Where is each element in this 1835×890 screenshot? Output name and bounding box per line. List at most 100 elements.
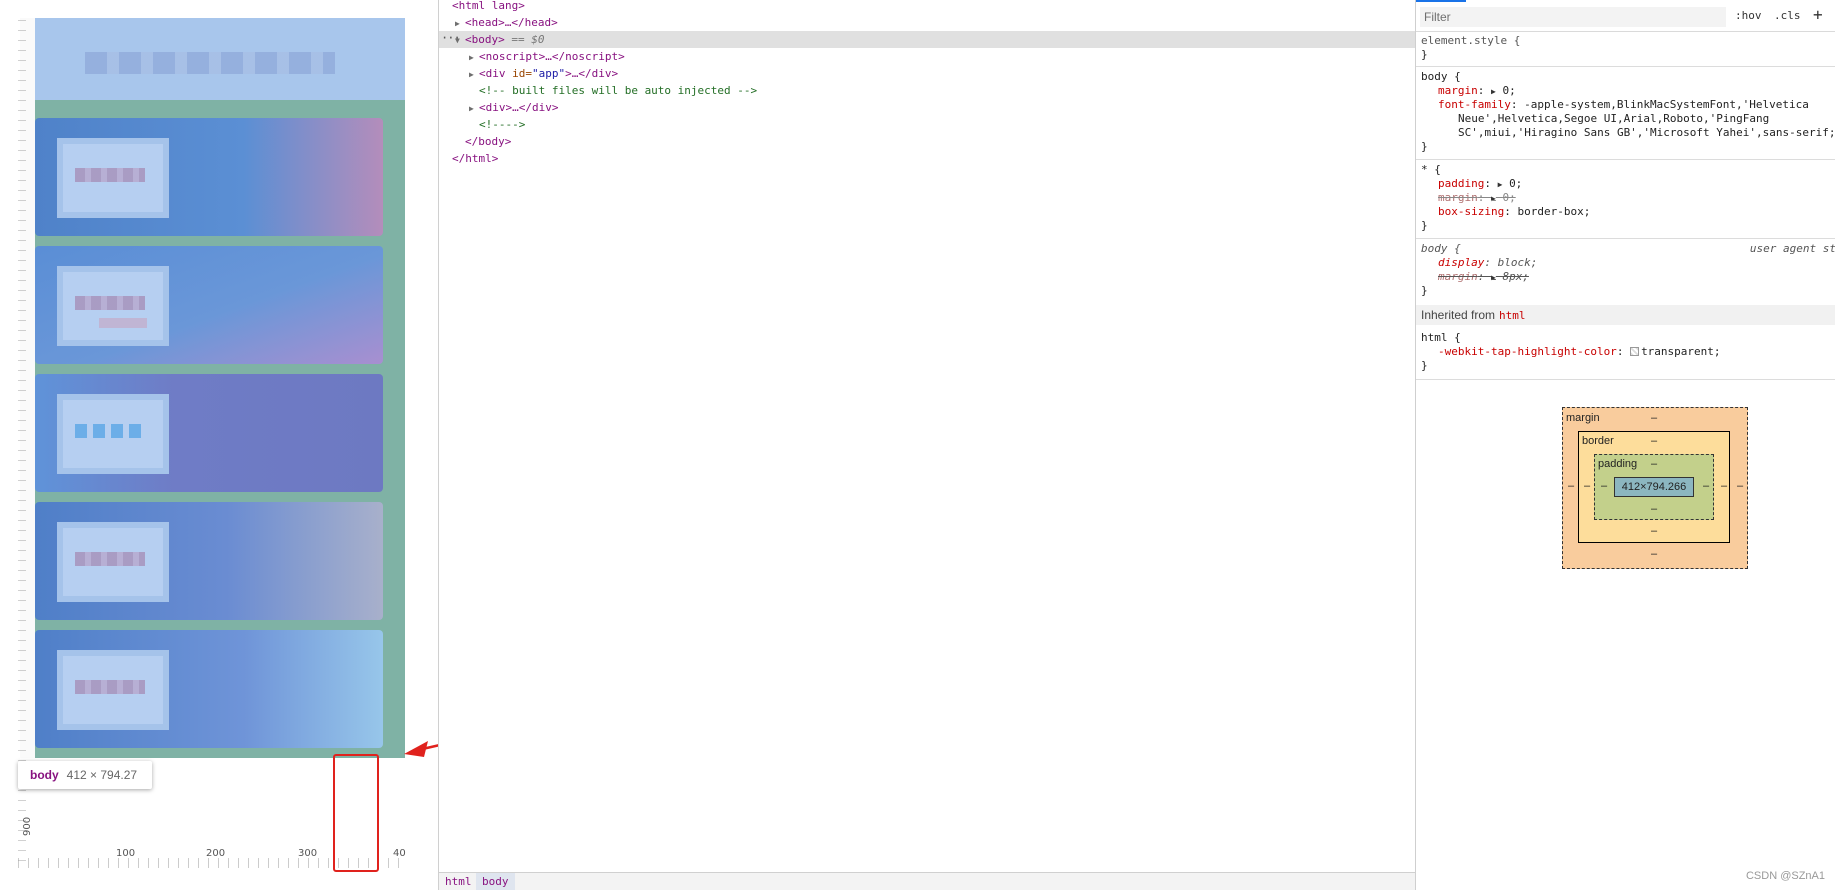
border-bottom-value[interactable]: – <box>1651 525 1657 537</box>
css-declaration[interactable]: font-family: -apple-system,BlinkMacSyste… <box>1438 98 1809 112</box>
expand-triangle-icon[interactable]: ▶ <box>1491 194 1496 203</box>
css-declaration[interactable]: padding: ▶ 0; <box>1438 177 1522 191</box>
ruler-tick-label: 100 <box>116 848 136 859</box>
rule-selector[interactable]: element.style { <box>1421 34 1520 48</box>
styles-pane: :hov .cls + element.style { } body { mar… <box>1415 0 1835 890</box>
list-item[interactable] <box>35 118 383 236</box>
filter-input[interactable] <box>1420 7 1726 27</box>
page-header-blurred <box>35 18 405 100</box>
inherited-tag-link[interactable]: html <box>1499 309 1526 322</box>
css-declaration[interactable]: -webkit-tap-highlight-color: transparent… <box>1438 345 1721 359</box>
expand-triangle-icon[interactable]: ▶ <box>469 100 479 117</box>
dom-comment[interactable]: <!-- built files will be auto injected -… <box>479 82 757 99</box>
active-tab-indicator <box>1416 0 1466 2</box>
rule-selector[interactable]: body { <box>1421 242 1461 256</box>
dom-node-html[interactable]: <html lang> <box>452 0 525 14</box>
add-rule-button[interactable]: + <box>1813 5 1823 24</box>
padding-right-value[interactable]: – <box>1703 480 1709 492</box>
css-declaration: display: block; <box>1438 256 1538 269</box>
rule-close: } <box>1421 48 1428 61</box>
rule-close: } <box>1421 284 1428 297</box>
css-declaration-overridden[interactable]: margin: ▶ 0; <box>1438 191 1516 205</box>
selected-node-highlight <box>439 31 1416 48</box>
padding-left-value[interactable]: – <box>1601 480 1607 492</box>
padding-top-value[interactable]: – <box>1651 458 1657 470</box>
border-left-value[interactable]: – <box>1584 480 1590 492</box>
elements-panel: ··· <html lang> ▶ <head>…</head> ▼ <body> … <box>438 0 1416 890</box>
rule-close: } <box>1421 359 1428 372</box>
styles-toolbar: :hov .cls + <box>1416 0 1835 32</box>
css-declaration[interactable]: box-sizing: border-box; <box>1438 205 1590 219</box>
annotation-highlight-box <box>333 754 379 872</box>
dom-node-body-close[interactable]: </body> <box>465 133 511 150</box>
margin-left-value[interactable]: – <box>1568 480 1574 492</box>
dom-node-div[interactable]: ▶ <div>…</div> <box>469 99 558 116</box>
hover-state-button[interactable]: :hov <box>1735 9 1762 22</box>
expand-triangle-icon[interactable]: ▶ <box>455 15 465 32</box>
body-highlight-overlay[interactable] <box>35 18 405 758</box>
rule-user-agent: body { user agent st display: block; mar… <box>1416 239 1835 303</box>
expand-triangle-icon: ▶ <box>1491 273 1496 282</box>
dom-node-div-app[interactable]: ▶ <div id="app">…</div> <box>469 65 618 82</box>
margin-bottom-value[interactable]: – <box>1651 548 1657 560</box>
ruler-tick-label: 40 <box>393 848 406 859</box>
rule-source: user agent st <box>1749 242 1835 255</box>
tooltip-tag: body <box>30 768 59 782</box>
expand-triangle-icon[interactable]: ▶ <box>469 66 479 83</box>
rule-universal: * { padding: ▶ 0; margin: ▶ 0; box-sizin… <box>1416 160 1835 239</box>
rule-selector[interactable]: * { <box>1421 163 1441 177</box>
box-model-content[interactable]: 412×794.266 <box>1614 477 1694 497</box>
expand-triangle-icon[interactable]: ▶ <box>469 49 479 66</box>
card-thumbnail <box>57 394 169 474</box>
box-model-margin-label: margin <box>1566 412 1600 424</box>
breadcrumb-html[interactable]: html <box>439 873 478 890</box>
list-item[interactable] <box>35 630 383 748</box>
rule-html: html { -webkit-tap-highlight-color: tran… <box>1416 325 1835 380</box>
collapse-triangle-icon[interactable]: ▼ <box>455 32 465 49</box>
dom-node-html-close[interactable]: </html> <box>452 150 498 167</box>
dom-node-noscript[interactable]: ▶ <noscript>…</noscript> <box>469 48 625 65</box>
device-preview: body 412 × 794.27 100 200 300 40 900 <box>0 0 438 890</box>
expand-triangle-icon[interactable]: ▶ <box>1491 87 1496 96</box>
rule-selector[interactable]: html { <box>1421 331 1461 345</box>
ruler-tick-label: 900 <box>22 816 33 836</box>
rule-body: body { margin: ▶ 0; font-family: -apple-… <box>1416 67 1835 160</box>
list-item[interactable] <box>35 502 383 620</box>
class-toggle-button[interactable]: .cls <box>1774 9 1801 22</box>
padding-bottom-value[interactable]: – <box>1651 503 1657 515</box>
breadcrumb-body[interactable]: body <box>476 873 515 890</box>
rule-close: } <box>1421 140 1428 153</box>
dom-node-head[interactable]: ▶ <head>…</head> <box>455 14 558 31</box>
tooltip-size: 412 × 794.27 <box>66 768 138 782</box>
css-declaration[interactable]: margin: ▶ 0; <box>1438 84 1516 98</box>
css-declaration-overridden: margin: ▶ 8px; <box>1438 270 1529 283</box>
ruler-tick-label: 200 <box>206 848 226 859</box>
card-thumbnail <box>57 266 169 346</box>
margin-top-value[interactable]: – <box>1651 412 1657 424</box>
margin-right-value[interactable]: – <box>1737 480 1743 492</box>
css-value-continuation: SC',miui,'Hiragino Sans GB','Microsoft Y… <box>1458 126 1835 139</box>
color-swatch-icon[interactable] <box>1630 347 1640 356</box>
border-top-value[interactable]: – <box>1651 435 1657 447</box>
rule-close: } <box>1421 219 1428 232</box>
border-right-value[interactable]: – <box>1721 480 1727 492</box>
dom-node-body[interactable]: ▼ <body> == $0 <box>455 31 545 48</box>
ruler-tick-label: 300 <box>298 848 318 859</box>
watermark: CSDN @SZnA1 <box>1745 870 1825 882</box>
list-item[interactable] <box>35 374 383 492</box>
card-thumbnail <box>57 522 169 602</box>
card-thumbnail <box>57 650 169 730</box>
expand-triangle-icon[interactable]: ▶ <box>1498 180 1503 189</box>
inherited-section-header: Inherited from html <box>1416 305 1835 325</box>
dom-comment[interactable]: <!----> <box>479 116 525 133</box>
breadcrumb: html body <box>439 872 1416 890</box>
box-model-border-label: border <box>1582 435 1614 447</box>
css-value-continuation: Neue',Helvetica,Segoe UI,Arial,Roboto,'P… <box>1458 112 1770 125</box>
list-item[interactable] <box>35 246 383 364</box>
rule-selector[interactable]: body { <box>1421 70 1461 84</box>
vertical-ruler <box>18 20 26 868</box>
rule-element-style: element.style { } <box>1416 32 1835 67</box>
box-model-padding-label: padding <box>1598 458 1638 470</box>
page-title-blurred <box>85 52 335 74</box>
card-thumbnail <box>57 138 169 218</box>
